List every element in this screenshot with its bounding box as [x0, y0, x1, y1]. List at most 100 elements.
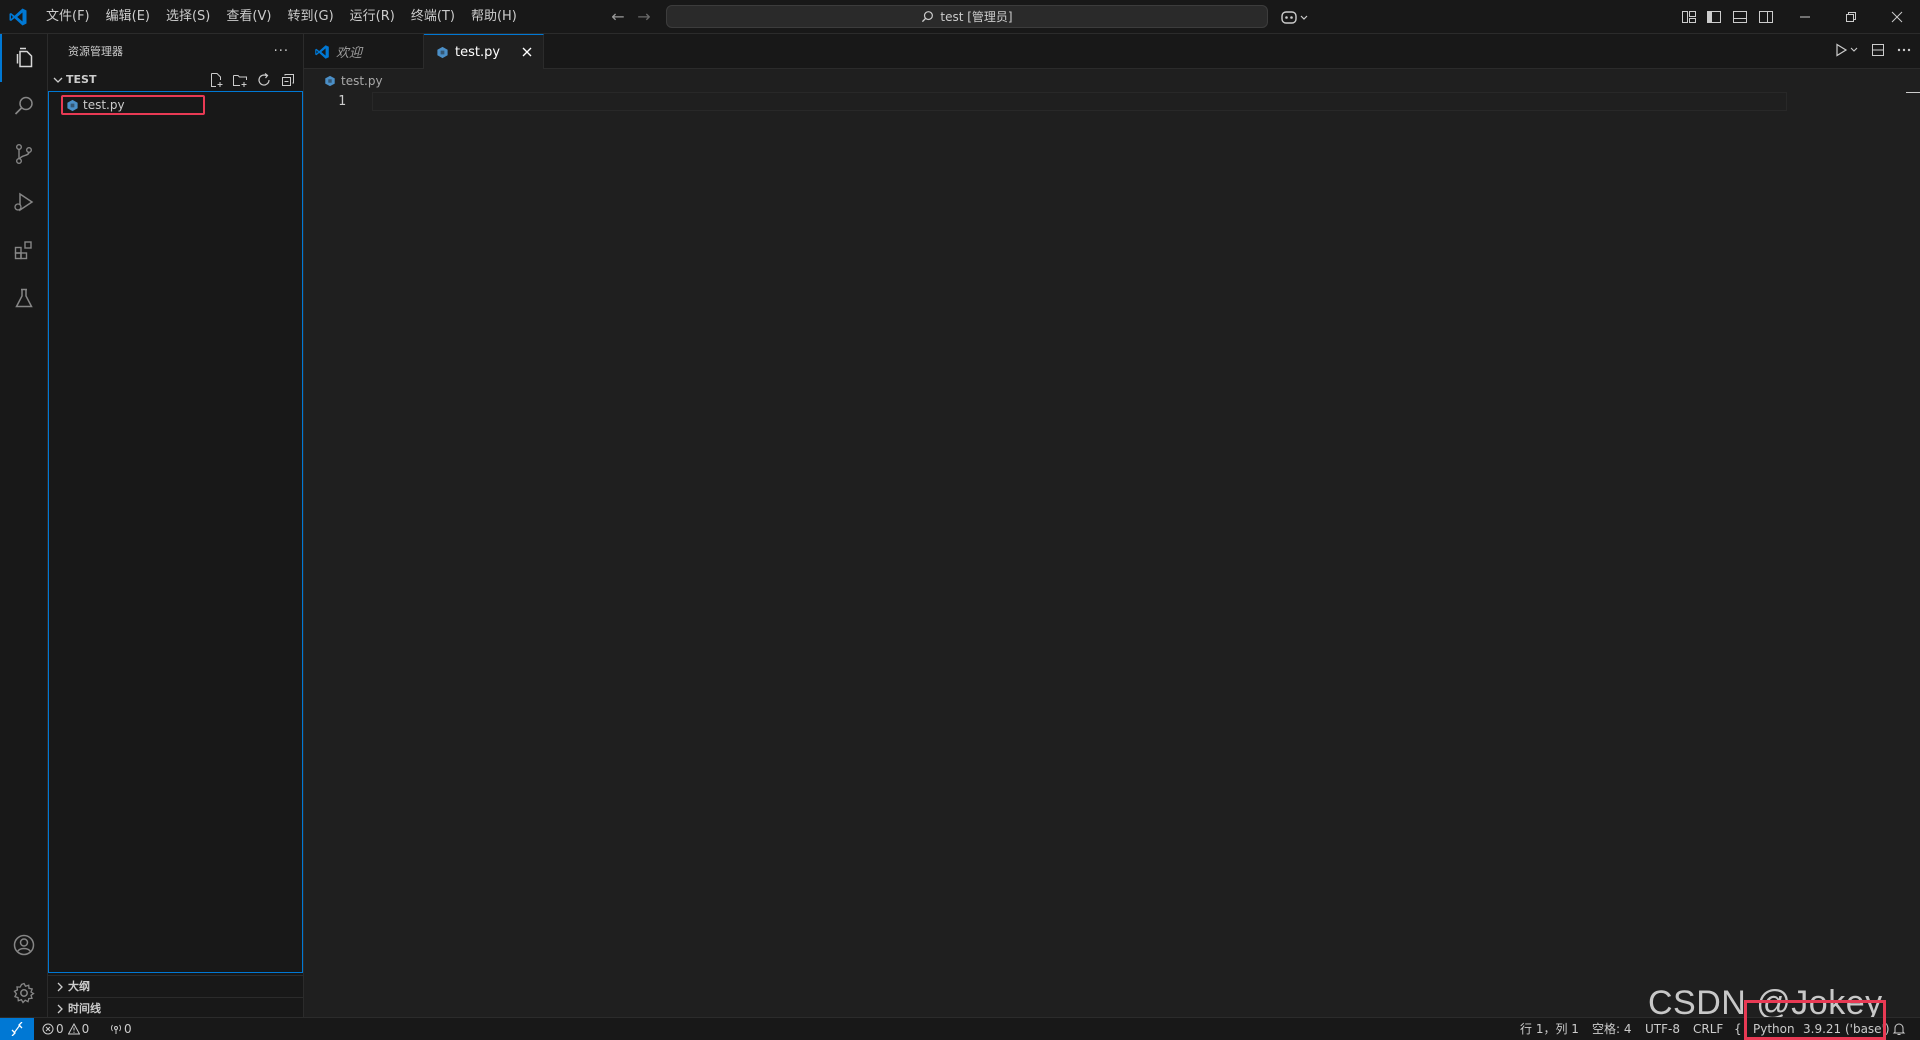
- new-file-icon: [211, 73, 223, 87]
- extensions-button[interactable]: [0, 226, 48, 274]
- explorer-sidebar: 资源管理器 ··· TEST test.py 大纲 时间线: [48, 34, 304, 1017]
- tab-close-button[interactable]: [519, 44, 535, 60]
- sidebar-title: 资源管理器: [68, 45, 123, 58]
- activity-bar: [0, 34, 48, 1017]
- split-editor-icon[interactable]: [1870, 42, 1886, 58]
- extensions-icon: [14, 241, 32, 260]
- minimize-button[interactable]: [1782, 0, 1828, 34]
- python-file-icon: [67, 99, 78, 111]
- broadcast-icon: [111, 1024, 121, 1034]
- error-icon: [42, 1023, 54, 1035]
- tab-welcome[interactable]: 欢迎: [304, 34, 424, 69]
- cursor-position[interactable]: 行 1，列 1: [1520, 1018, 1579, 1040]
- outline-section[interactable]: 大纲: [48, 975, 303, 997]
- language-brace: {: [1734, 1022, 1742, 1036]
- warning-count: 0: [81, 1022, 90, 1036]
- source-control-button[interactable]: [0, 130, 48, 178]
- folder-actions: [207, 71, 297, 89]
- restore-button[interactable]: [1828, 0, 1874, 34]
- accounts-button[interactable]: [0, 921, 48, 969]
- search-icon: [14, 96, 33, 115]
- menu-run[interactable]: 运行(R): [342, 0, 403, 34]
- explorer-button[interactable]: [0, 34, 48, 82]
- copilot-icon[interactable]: [1280, 8, 1310, 26]
- run-python-file-icon[interactable]: [1834, 42, 1860, 58]
- file-name: test.py: [83, 98, 125, 112]
- python-file-icon: [437, 46, 448, 58]
- remote-icon: [11, 1022, 23, 1036]
- search-icon: [922, 11, 934, 23]
- vscode-logo-icon: [315, 44, 329, 59]
- new-folder-button[interactable]: [231, 71, 249, 89]
- command-center-label: test [管理员]: [940, 10, 1013, 24]
- testing-button[interactable]: [0, 274, 48, 322]
- close-window-button[interactable]: [1874, 0, 1920, 34]
- code-editor[interactable]: 1: [304, 92, 1920, 1017]
- chevron-down-icon: [53, 77, 63, 83]
- encoding-button[interactable]: UTF-8: [1645, 1018, 1680, 1040]
- collapse-all-button[interactable]: [279, 71, 297, 89]
- menu-file[interactable]: 文件(F): [38, 0, 98, 34]
- eol-button[interactable]: CRLF: [1693, 1018, 1723, 1040]
- ports-count: 0: [124, 1022, 132, 1036]
- menu-selection[interactable]: 选择(S): [158, 0, 218, 34]
- status-bar: 0 0 0 行 1，列 1 空格: 4 UTF-8 CRLF { Python …: [0, 1000, 1920, 1040]
- problems-button[interactable]: 0 0: [42, 1018, 89, 1040]
- remote-indicator-button[interactable]: [0, 1018, 34, 1040]
- indentation-button[interactable]: 空格: 4: [1592, 1018, 1632, 1040]
- restore-icon: [1846, 12, 1856, 22]
- back-arrow-icon[interactable]: ←: [609, 8, 627, 26]
- current-line-highlight: [372, 92, 1787, 111]
- breadcrumb-file: test.py: [341, 74, 383, 88]
- run-debug-button[interactable]: [0, 178, 48, 226]
- bell-icon: [1892, 1023, 1906, 1035]
- breadcrumb[interactable]: test.py: [324, 70, 383, 92]
- chevron-right-icon: [57, 1004, 63, 1014]
- account-icon: [13, 934, 35, 956]
- menu-edit[interactable]: 编辑(E): [98, 0, 158, 34]
- error-count: 0: [56, 1022, 64, 1036]
- tab-test-py[interactable]: test.py: [424, 34, 544, 69]
- refresh-icon: [258, 73, 270, 86]
- command-center-search[interactable]: test [管理员]: [666, 5, 1268, 28]
- gear-icon: [13, 982, 35, 1004]
- toggle-primary-sidebar-icon[interactable]: [1705, 8, 1723, 26]
- more-actions-icon[interactable]: [1896, 42, 1912, 58]
- new-folder-icon: [233, 75, 247, 87]
- minimize-icon: [1800, 16, 1810, 18]
- new-file-button[interactable]: [207, 71, 225, 89]
- title-bar: 文件(F) 编辑(E) 选择(S) 查看(V) 转到(G) 运行(R) 终端(T…: [0, 0, 1920, 34]
- files-icon: [16, 47, 33, 68]
- menu-view[interactable]: 查看(V): [218, 0, 279, 34]
- toggle-panel-icon[interactable]: [1731, 8, 1749, 26]
- vscode-logo-icon: [9, 8, 27, 26]
- menu-bar: 文件(F) 编辑(E) 选择(S) 查看(V) 转到(G) 运行(R) 终端(T…: [38, 0, 525, 34]
- forward-arrow-icon[interactable]: →: [635, 8, 653, 26]
- close-icon: [522, 47, 532, 57]
- menu-go[interactable]: 转到(G): [279, 0, 341, 34]
- folder-name: TEST: [66, 73, 97, 86]
- file-tree: test.py: [48, 91, 303, 973]
- search-view-button[interactable]: [0, 82, 48, 130]
- manage-button[interactable]: [0, 969, 48, 1017]
- close-icon: [1891, 11, 1903, 23]
- ports-button[interactable]: 0: [110, 1018, 132, 1040]
- refresh-button[interactable]: [255, 71, 273, 89]
- menu-help[interactable]: 帮助(H): [463, 0, 525, 34]
- file-item[interactable]: test.py: [61, 95, 205, 115]
- menu-terminal[interactable]: 终端(T): [403, 0, 463, 34]
- outline-label: 大纲: [68, 980, 90, 993]
- notifications-button[interactable]: [1892, 1018, 1908, 1040]
- tab-label: 欢迎: [336, 46, 363, 61]
- folder-header[interactable]: TEST: [48, 69, 303, 91]
- customize-layout-icon[interactable]: [1680, 8, 1698, 26]
- timeline-section[interactable]: 时间线: [48, 997, 303, 1019]
- scrollbar-slider[interactable]: [1906, 92, 1920, 93]
- run-debug-icon: [14, 192, 34, 212]
- collapse-all-icon: [282, 74, 294, 86]
- chevron-right-icon: [57, 982, 63, 992]
- sidebar-more-button[interactable]: ···: [274, 44, 289, 59]
- toggle-secondary-sidebar-icon[interactable]: [1757, 8, 1775, 26]
- interpreter-highlight-box: [1744, 1000, 1886, 1040]
- warning-icon: [67, 1023, 80, 1035]
